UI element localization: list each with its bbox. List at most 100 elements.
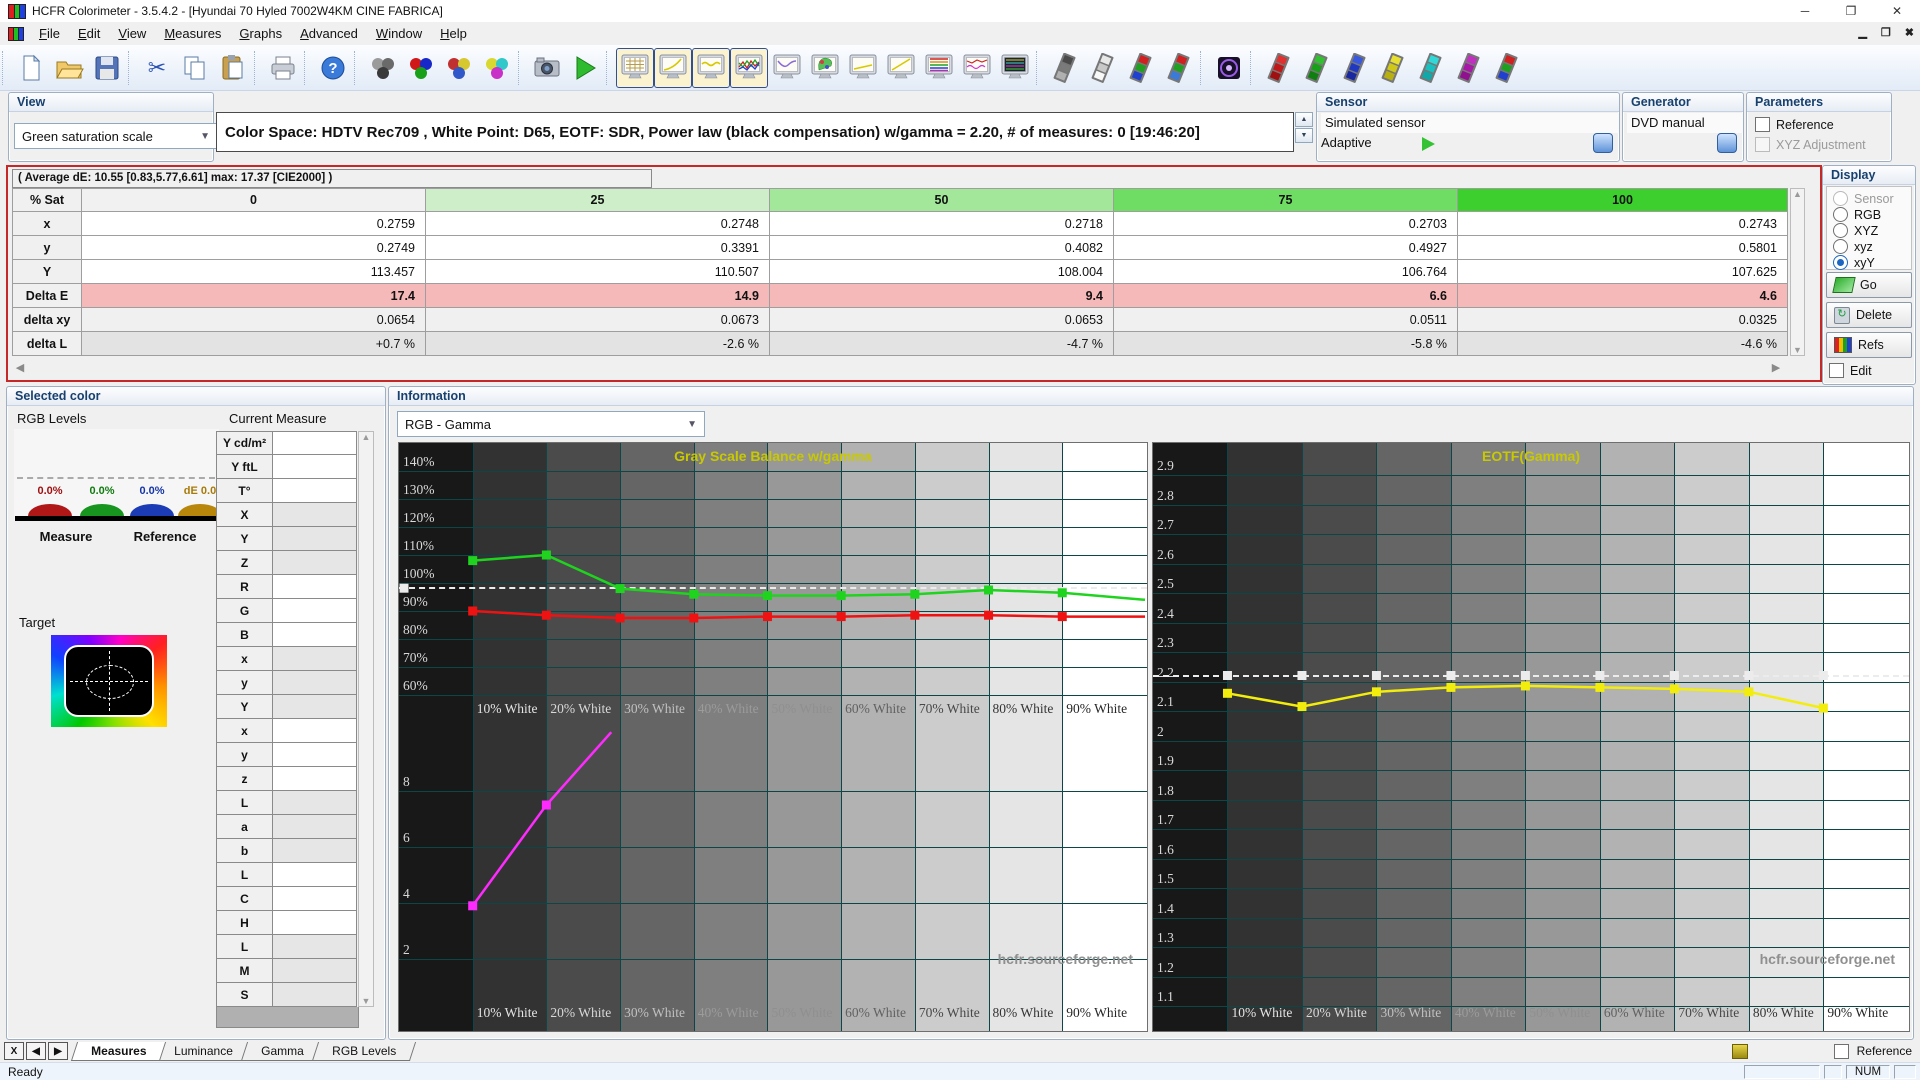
measure-all-saturations-button[interactable] bbox=[1488, 48, 1526, 88]
sat-cell-y-75[interactable]: 0.4927 bbox=[1114, 236, 1458, 260]
refs-button[interactable]: Refs bbox=[1826, 332, 1912, 358]
measure-row-value[interactable] bbox=[273, 479, 357, 503]
measure-cyan-saturation-button[interactable] bbox=[1412, 48, 1450, 88]
measure-row-value[interactable] bbox=[273, 959, 357, 983]
measure-row-value[interactable] bbox=[273, 719, 357, 743]
table-vscrollbar[interactable]: ▲ ▼ bbox=[1790, 188, 1805, 356]
tab-measures[interactable]: Measures bbox=[70, 1041, 167, 1061]
view-gamma2-button[interactable] bbox=[844, 48, 882, 88]
view-gamma-curve-button[interactable] bbox=[654, 47, 692, 88]
sat-cell-delta-xy-100[interactable]: 0.0325 bbox=[1458, 308, 1788, 332]
about-help-button[interactable]: ? bbox=[314, 48, 352, 88]
measure-table-scrollbar[interactable]: ▲ ▼ bbox=[358, 431, 374, 1007]
display-radio-xyz[interactable]: xyz bbox=[1833, 239, 1873, 254]
xyY-radio[interactable] bbox=[1833, 255, 1848, 270]
sat-cell-delta-xy-25[interactable]: 0.0673 bbox=[426, 308, 770, 332]
delete-button[interactable]: ↻ Delete bbox=[1826, 302, 1912, 328]
info-spin-up-button[interactable]: ▲ bbox=[1295, 112, 1313, 127]
sat-cell-delta-xy-75[interactable]: 0.0511 bbox=[1114, 308, 1458, 332]
measure-red-saturation-button[interactable] bbox=[1260, 48, 1298, 88]
save-file-button[interactable] bbox=[88, 48, 126, 88]
sat-cell-x-50[interactable]: 0.2718 bbox=[770, 212, 1114, 236]
measure-row-value[interactable] bbox=[273, 599, 357, 623]
measure-row-value[interactable] bbox=[273, 551, 357, 575]
xyz-radio[interactable] bbox=[1833, 239, 1848, 254]
sat-cell-x-0[interactable]: 0.2759 bbox=[82, 212, 426, 236]
measure-row-value[interactable] bbox=[273, 647, 357, 671]
sat-cell-Delta-E-0[interactable]: 17.4 bbox=[82, 284, 426, 308]
sensor-balls-gray-button[interactable] bbox=[364, 48, 402, 88]
view-nearblack-curve-button[interactable] bbox=[692, 47, 730, 88]
mdi-restore-icon[interactable]: ❐ bbox=[1881, 26, 1891, 39]
sat-cell-x-100[interactable]: 0.2743 bbox=[1458, 212, 1788, 236]
display-radio-RGB[interactable]: RGB bbox=[1833, 207, 1881, 222]
sat-cell-Y-0[interactable]: 113.457 bbox=[82, 260, 426, 284]
measure-secondaries-button[interactable] bbox=[1160, 48, 1198, 88]
sat-cell-Y-50[interactable]: 108.004 bbox=[770, 260, 1114, 284]
new-file-button[interactable] bbox=[12, 48, 50, 88]
measure-row-value[interactable] bbox=[273, 503, 357, 527]
tab-close-button[interactable]: X bbox=[4, 1042, 24, 1060]
measure-row-value[interactable] bbox=[273, 527, 357, 551]
measure-row-value[interactable] bbox=[273, 431, 357, 455]
sat-cell-Delta-E-75[interactable]: 6.6 bbox=[1114, 284, 1458, 308]
tab-rgb-levels[interactable]: RGB Levels bbox=[311, 1041, 416, 1061]
XYZ-radio[interactable] bbox=[1833, 223, 1848, 238]
color-balls-1-button[interactable] bbox=[440, 48, 478, 88]
RGB-radio[interactable] bbox=[1833, 207, 1848, 222]
sat-cell-Delta-E-50[interactable]: 9.4 bbox=[770, 284, 1114, 308]
menu-advanced[interactable]: Advanced bbox=[291, 23, 367, 44]
parameter-reference[interactable]: Reference bbox=[1755, 117, 1834, 132]
information-selector[interactable]: RGB - Gamma ▼ bbox=[397, 411, 705, 437]
measure-row-value[interactable] bbox=[273, 767, 357, 791]
restore-button[interactable]: ❐ bbox=[1828, 0, 1874, 22]
reference-doc-icon[interactable] bbox=[1731, 1043, 1748, 1059]
measure-row-value[interactable] bbox=[273, 815, 357, 839]
measure-row-value[interactable] bbox=[273, 791, 357, 815]
edit-checkbox[interactable] bbox=[1829, 363, 1844, 378]
menu-file[interactable]: File bbox=[30, 23, 69, 44]
view-rgb-levels-button[interactable] bbox=[920, 48, 958, 88]
menu-window[interactable]: Window bbox=[367, 23, 431, 44]
tab-gamma[interactable]: Gamma bbox=[241, 1041, 324, 1061]
mdi-close-icon[interactable]: ✖ bbox=[1905, 26, 1914, 39]
sat-cell-x-25[interactable]: 0.2748 bbox=[426, 212, 770, 236]
view-luminance-curve-button[interactable] bbox=[768, 48, 806, 88]
sat-column-header[interactable]: 50 bbox=[770, 188, 1114, 212]
sensor-run-icon[interactable] bbox=[1422, 137, 1435, 151]
sat-cell-y-0[interactable]: 0.2749 bbox=[82, 236, 426, 260]
measure-magenta-saturation-button[interactable] bbox=[1450, 48, 1488, 88]
tab-prev-button[interactable]: ◀ bbox=[26, 1042, 46, 1060]
scroll-right-icon[interactable]: ▶ bbox=[1768, 360, 1784, 374]
info-spin-down-button[interactable]: ▼ bbox=[1295, 128, 1313, 143]
menu-graphs[interactable]: Graphs bbox=[230, 23, 291, 44]
reference-checkbox[interactable] bbox=[1755, 117, 1770, 132]
measure-row-value[interactable] bbox=[273, 911, 357, 935]
sat-cell-Y-75[interactable]: 106.764 bbox=[1114, 260, 1458, 284]
measure-row-value[interactable] bbox=[273, 743, 357, 767]
view-composite-button[interactable] bbox=[996, 48, 1034, 88]
sat-cell-y-50[interactable]: 0.4082 bbox=[770, 236, 1114, 260]
close-button[interactable]: ✕ bbox=[1874, 0, 1920, 22]
measure-row-value[interactable] bbox=[273, 887, 357, 911]
menu-measures[interactable]: Measures bbox=[155, 23, 230, 44]
minimize-button[interactable]: ─ bbox=[1782, 0, 1828, 22]
sat-cell-delta-L-0[interactable]: +0.7 % bbox=[82, 332, 426, 356]
menu-help[interactable]: Help bbox=[431, 23, 476, 44]
go-button[interactable]: Go bbox=[1826, 272, 1912, 298]
edit-checkbox-row[interactable]: Edit bbox=[1829, 363, 1872, 378]
camera-button[interactable] bbox=[528, 48, 566, 88]
sat-cell-delta-L-25[interactable]: -2.6 % bbox=[426, 332, 770, 356]
measure-grayscale-button[interactable] bbox=[1046, 48, 1084, 88]
sat-column-header[interactable]: 0 bbox=[82, 188, 426, 212]
generator-config-icon[interactable] bbox=[1717, 133, 1737, 153]
measure-yellow-saturation-button[interactable] bbox=[1374, 48, 1412, 88]
sat-cell-delta-L-50[interactable]: -4.7 % bbox=[770, 332, 1114, 356]
rgb-balls-button[interactable] bbox=[402, 48, 440, 88]
sat-cell-y-25[interactable]: 0.3391 bbox=[426, 236, 770, 260]
copy-button[interactable] bbox=[176, 48, 214, 88]
measure-primaries-button[interactable] bbox=[1122, 48, 1160, 88]
measure-row-value[interactable] bbox=[273, 455, 357, 479]
sat-column-header[interactable]: 100 bbox=[1458, 188, 1788, 212]
measure-row-value[interactable] bbox=[273, 839, 357, 863]
